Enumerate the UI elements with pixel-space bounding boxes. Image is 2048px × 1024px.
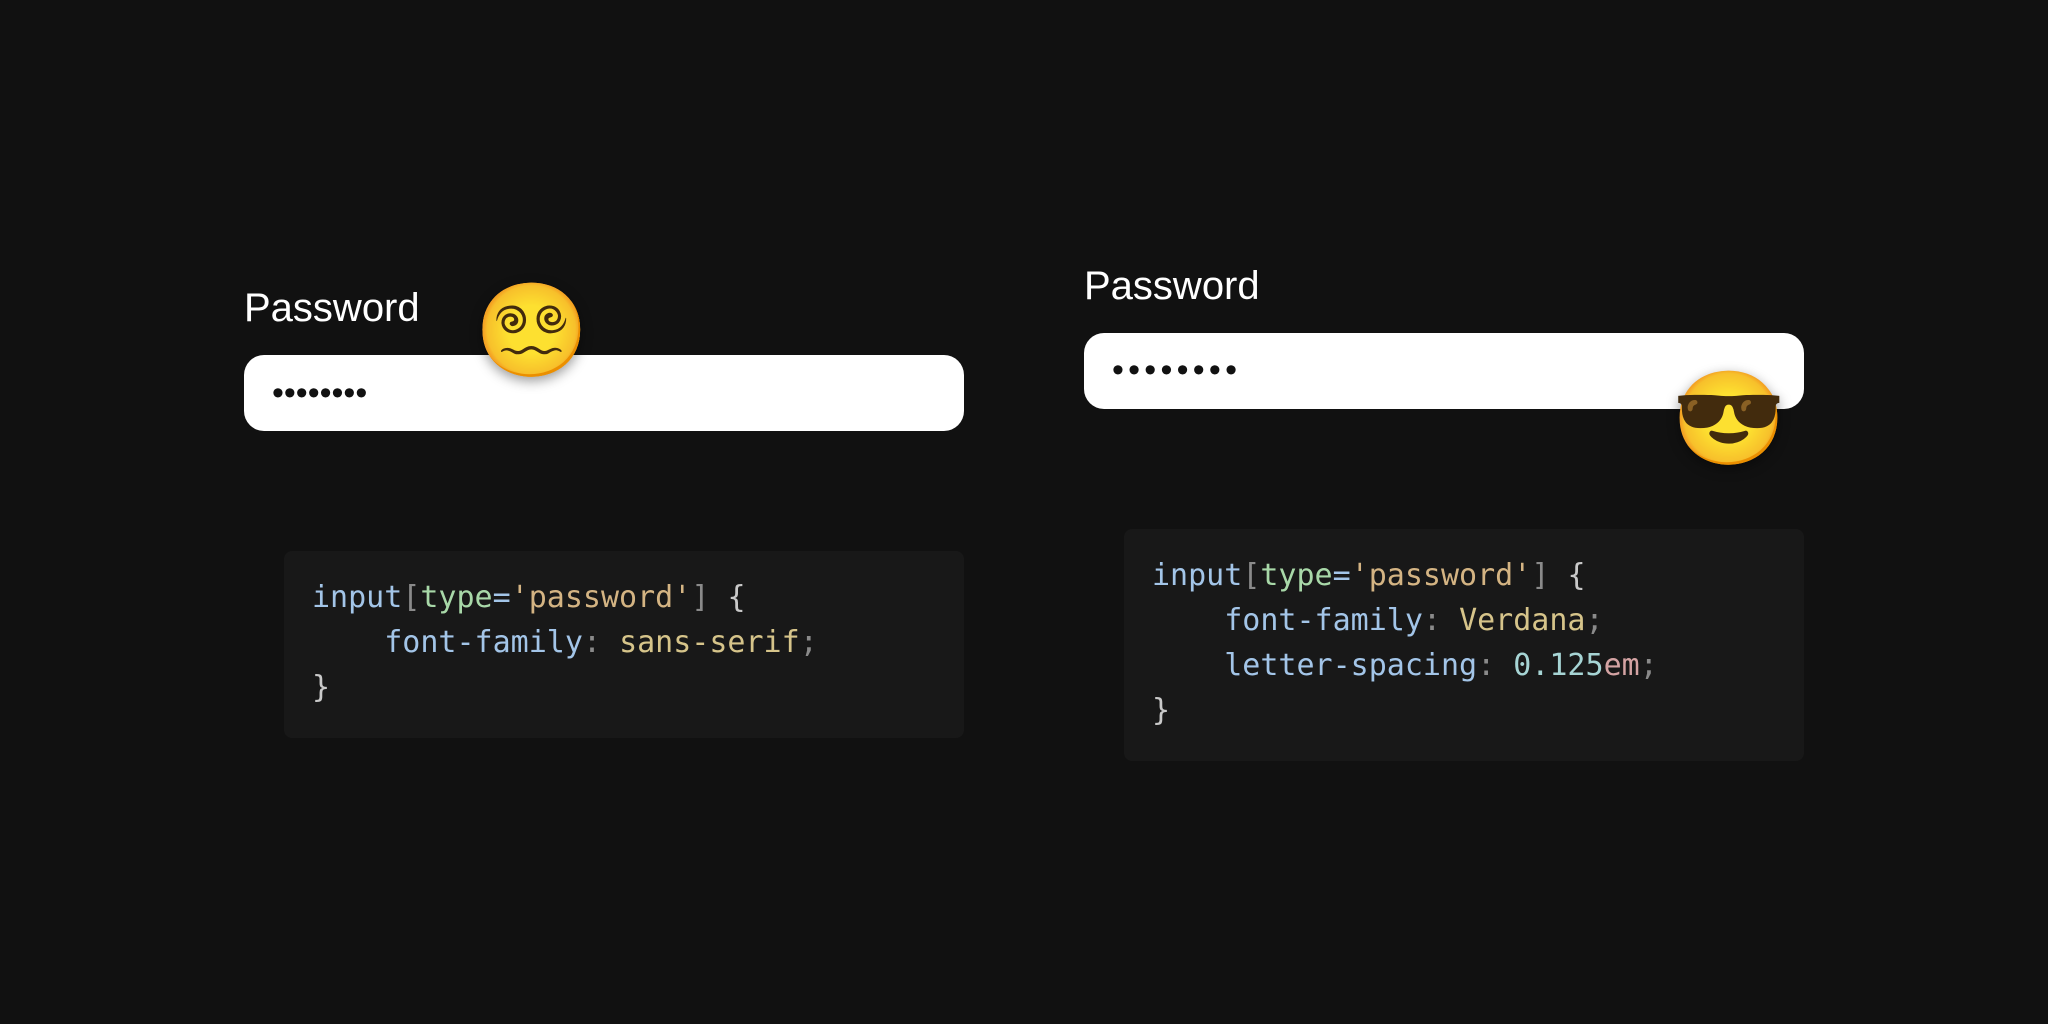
code-unit: em xyxy=(1604,648,1640,683)
code-brace: { xyxy=(727,580,745,615)
code-brace: } xyxy=(1152,693,1170,728)
code-brace: { xyxy=(1567,558,1585,593)
password-label-left: Password xyxy=(244,286,964,331)
code-value: Verdana xyxy=(1459,603,1585,638)
code-number: 0.125 xyxy=(1513,648,1603,683)
password-input-left[interactable] xyxy=(244,355,964,431)
code-attr: type xyxy=(1260,558,1332,593)
input-wrap-right: 😎 xyxy=(1084,333,1804,409)
code-selector: input xyxy=(1152,558,1242,593)
dizzy-face-icon: 😵‍💫 xyxy=(474,285,589,377)
code-op: = xyxy=(493,580,511,615)
input-wrap-left: 😵‍💫 xyxy=(244,355,964,431)
code-punct: : xyxy=(583,625,601,660)
code-block-right: input[type='password'] { font-family: Ve… xyxy=(1124,529,1804,761)
code-prop: letter-spacing xyxy=(1224,648,1477,683)
code-attr: type xyxy=(420,580,492,615)
code-prop: font-family xyxy=(384,625,583,660)
code-punct: : xyxy=(1423,603,1441,638)
example-verdana: Password 😎 input[type='password'] { font… xyxy=(1084,264,1804,761)
code-punct: [ xyxy=(402,580,420,615)
code-punct: : xyxy=(1477,648,1495,683)
code-string: 'password' xyxy=(1351,558,1532,593)
code-block-left: input[type='password'] { font-family: sa… xyxy=(284,551,964,738)
code-punct: [ xyxy=(1242,558,1260,593)
code-punct: ; xyxy=(800,625,818,660)
password-label-right: Password xyxy=(1084,264,1804,309)
code-op: = xyxy=(1333,558,1351,593)
code-punct: ; xyxy=(1586,603,1604,638)
code-punct: ; xyxy=(1640,648,1658,683)
code-brace: } xyxy=(312,670,330,705)
sunglasses-face-icon: 😎 xyxy=(1671,373,1786,465)
code-string: 'password' xyxy=(511,580,692,615)
code-prop: font-family xyxy=(1224,603,1423,638)
code-selector: input xyxy=(312,580,402,615)
code-punct: ] xyxy=(1531,558,1549,593)
example-sans-serif: Password 😵‍💫 input[type='password'] { fo… xyxy=(244,286,964,738)
code-punct: ] xyxy=(691,580,709,615)
code-value: sans-serif xyxy=(619,625,800,660)
